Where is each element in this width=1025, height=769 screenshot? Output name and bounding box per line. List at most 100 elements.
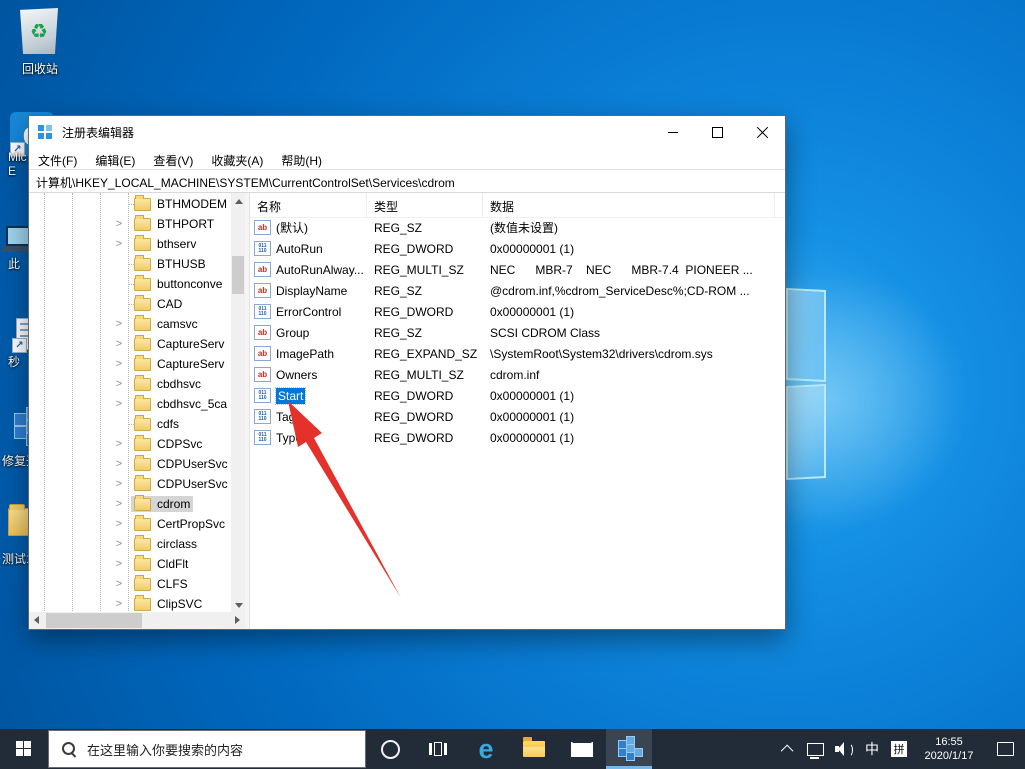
- value-name-cell[interactable]: ab ImagePath: [250, 343, 367, 364]
- chevron-right-icon[interactable]: >: [113, 438, 125, 450]
- volume-button[interactable]: [829, 729, 859, 769]
- tree-item-main[interactable]: cdfs: [131, 414, 182, 432]
- value-row-start[interactable]: 011 110 Start REG_DWORD 0x00000001 (1): [250, 385, 785, 406]
- tree-hscroll-thumb[interactable]: [46, 613, 142, 628]
- value-row-autorunalway[interactable]: ab AutoRunAlway... REG_MULTI_SZ NEC MBR-7 N…: [250, 259, 785, 280]
- tree-item-main[interactable]: CAD: [131, 294, 185, 312]
- tree-item-main[interactable]: CertPropSvc: [131, 514, 228, 532]
- tree-item-main[interactable]: CDPSvc: [131, 434, 205, 452]
- chevron-right-icon[interactable]: >: [113, 218, 125, 230]
- menu-help[interactable]: 帮助(H): [272, 149, 331, 169]
- tree-item-bthserv[interactable]: > bthserv: [29, 234, 231, 254]
- tree-item-cldflt[interactable]: > CldFlt: [29, 554, 231, 574]
- address-bar[interactable]: 计算机\HKEY_LOCAL_MACHINE\SYSTEM\CurrentCon…: [29, 169, 785, 193]
- chevron-right-icon[interactable]: >: [113, 338, 125, 350]
- tree-item-main[interactable]: cbdhsvc_5ca: [131, 394, 230, 412]
- taskbar-search-input[interactable]: 在这里输入你要搜索的内容: [48, 730, 366, 768]
- column-header-data[interactable]: 数据: [483, 193, 775, 217]
- tree-item-main[interactable]: cdrom: [131, 494, 194, 512]
- recycle-bin-label[interactable]: 回收站: [8, 60, 72, 77]
- tree-item-captureserv[interactable]: > CaptureServ: [29, 354, 231, 374]
- chevron-right-icon[interactable]: >: [113, 458, 125, 470]
- tree-item-main[interactable]: CaptureServ: [131, 354, 227, 372]
- menu-view[interactable]: 查看(V): [144, 149, 202, 169]
- scroll-left-icon[interactable]: [34, 616, 39, 624]
- tree-horizontal-scrollbar[interactable]: [29, 612, 245, 629]
- column-header-name[interactable]: 名称: [250, 193, 367, 217]
- value-row-autorun[interactable]: 011 110 AutoRun REG_DWORD 0x00000001 (1): [250, 238, 785, 259]
- edge-taskbar-button[interactable]: e: [462, 729, 510, 769]
- tree-item-clipsvc[interactable]: > ClipSVC: [29, 594, 231, 612]
- tree-item-cbdhsvc[interactable]: > cbdhsvc: [29, 374, 231, 394]
- maximize-button[interactable]: [695, 116, 740, 149]
- chevron-right-icon[interactable]: >: [113, 518, 125, 530]
- chevron-right-icon[interactable]: >: [113, 398, 125, 410]
- minimize-button[interactable]: [650, 116, 695, 149]
- tree-pane[interactable]: BTHMODEM > BTHPORT > bthserv BTHUSB buttonconv…: [29, 193, 245, 629]
- chevron-right-icon[interactable]: >: [113, 358, 125, 370]
- tree-item-camsvc[interactable]: > camsvc: [29, 314, 231, 334]
- tree-item-main[interactable]: CldFlt: [131, 554, 191, 572]
- action-center-button[interactable]: [985, 729, 1025, 769]
- tree-item-main[interactable]: CDPUserSvc: [131, 474, 231, 492]
- tree-item-cdpsvc[interactable]: > CDPSvc: [29, 434, 231, 454]
- tree-item-clfs[interactable]: > CLFS: [29, 574, 231, 594]
- value-name-cell[interactable]: 011 110 ErrorControl: [250, 301, 367, 322]
- value-row-[interactable]: ab (默认) REG_SZ (数值未设置): [250, 217, 785, 238]
- tree-item-main[interactable]: BTHUSB: [131, 254, 209, 272]
- scroll-down-icon[interactable]: [235, 603, 243, 608]
- value-name-cell[interactable]: ab DisplayName: [250, 280, 367, 301]
- tree-item-main[interactable]: cbdhsvc: [131, 374, 204, 392]
- tree-item-cdrom[interactable]: > cdrom: [29, 494, 231, 514]
- value-name-cell[interactable]: 011 110 AutoRun: [250, 238, 367, 259]
- ime-language-button[interactable]: 中: [859, 729, 885, 769]
- value-name-cell[interactable]: ab AutoRunAlway...: [250, 259, 367, 280]
- value-name-cell[interactable]: 011 110 Tag: [250, 406, 367, 427]
- cortana-button[interactable]: [366, 729, 414, 769]
- tree-item-bthport[interactable]: > BTHPORT: [29, 214, 231, 234]
- value-row-errorcontrol[interactable]: 011 110 ErrorControl REG_DWORD 0x00000001 (1…: [250, 301, 785, 322]
- tree-item-main[interactable]: CLFS: [131, 574, 191, 592]
- tree-item-main[interactable]: BTHPORT: [131, 214, 217, 232]
- value-row-imagepath[interactable]: ab ImagePath REG_EXPAND_SZ \SystemRoot\Syst…: [250, 343, 785, 364]
- scroll-right-icon[interactable]: [235, 616, 240, 624]
- task-view-button[interactable]: [414, 729, 462, 769]
- tree-item-bthusb[interactable]: BTHUSB: [29, 254, 231, 274]
- tree-item-bthmodem[interactable]: BTHMODEM: [29, 194, 231, 214]
- chevron-right-icon[interactable]: >: [113, 538, 125, 550]
- title-bar[interactable]: 注册表编辑器: [29, 116, 785, 149]
- value-name-cell[interactable]: 011 110 Type: [250, 427, 367, 448]
- menu-edit[interactable]: 编辑(E): [86, 149, 144, 169]
- tree-vscroll-thumb[interactable]: [232, 256, 244, 294]
- value-row-displayname[interactable]: ab DisplayName REG_SZ @cdrom.inf,%cdrom_Ser…: [250, 280, 785, 301]
- network-button[interactable]: [801, 729, 829, 769]
- scroll-up-icon[interactable]: [235, 199, 243, 204]
- tray-overflow-button[interactable]: [775, 729, 801, 769]
- file-explorer-button[interactable]: [510, 729, 558, 769]
- value-row-owners[interactable]: ab Owners REG_MULTI_SZ cdrom.inf: [250, 364, 785, 385]
- ime-mode-button[interactable]: 拼: [885, 729, 913, 769]
- value-row-group[interactable]: ab Group REG_SZ SCSI CDROM Class: [250, 322, 785, 343]
- chevron-right-icon[interactable]: >: [113, 378, 125, 390]
- menu-favorites[interactable]: 收藏夹(A): [202, 149, 272, 169]
- tree-item-cbdhsvc_5ca[interactable]: > cbdhsvc_5ca: [29, 394, 231, 414]
- value-name-cell[interactable]: ab (默认): [250, 217, 367, 238]
- value-row-tag[interactable]: 011 110 Tag REG_DWORD 0x00000001 (1): [250, 406, 785, 427]
- tree-item-circlass[interactable]: > circlass: [29, 534, 231, 554]
- chevron-right-icon[interactable]: >: [113, 498, 125, 510]
- tree-item-main[interactable]: camsvc: [131, 314, 201, 332]
- mail-button[interactable]: [558, 729, 606, 769]
- value-name-cell[interactable]: 011 110 Start: [250, 385, 367, 406]
- chevron-right-icon[interactable]: >: [113, 478, 125, 490]
- column-header-type[interactable]: 类型: [367, 193, 483, 217]
- tree-vertical-scrollbar[interactable]: [231, 193, 245, 614]
- tree-item-main[interactable]: circlass: [131, 534, 200, 552]
- tree-item-buttonconve[interactable]: buttonconve: [29, 274, 231, 294]
- value-name-cell[interactable]: ab Owners: [250, 364, 367, 385]
- tree-item-main[interactable]: CaptureServ: [131, 334, 227, 352]
- tree-item-cdpusersvc[interactable]: > CDPUserSvc: [29, 474, 231, 494]
- recycle-bin-icon[interactable]: ♻: [20, 8, 58, 54]
- tree-item-main[interactable]: CDPUserSvc: [131, 454, 231, 472]
- value-row-type[interactable]: 011 110 Type REG_DWORD 0x00000001 (1): [250, 427, 785, 448]
- tree-item-cdfs[interactable]: cdfs: [29, 414, 231, 434]
